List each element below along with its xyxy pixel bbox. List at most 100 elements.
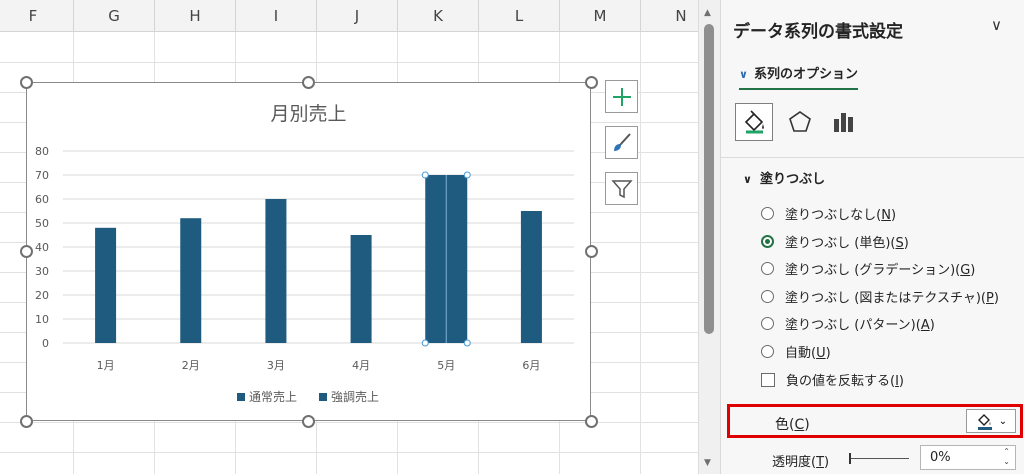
scrollbar-thumb[interactable] bbox=[704, 24, 714, 334]
fill-option-label: 塗りつぶしなし(N) bbox=[785, 208, 897, 223]
paint-bucket-icon bbox=[744, 110, 764, 134]
legend-swatch bbox=[237, 393, 245, 401]
resize-handle-right[interactable] bbox=[585, 245, 598, 258]
fill-option-g[interactable]: 塗りつぶし (グラデーション)(G) bbox=[761, 259, 975, 278]
funnel-icon bbox=[610, 179, 633, 198]
fill-option-p[interactable]: 塗りつぶし (図またはテクスチャ)(P) bbox=[761, 287, 999, 306]
bar[interactable] bbox=[180, 218, 202, 343]
fill-option-label: 塗りつぶし (グラデーション)(G) bbox=[785, 263, 976, 278]
gridline-horizontal bbox=[0, 452, 698, 453]
resize-handle-top-right[interactable] bbox=[585, 76, 598, 89]
column-header-H[interactable]: H bbox=[155, 0, 236, 32]
y-tick-label: 70 bbox=[35, 169, 49, 182]
fill-option-label: 自動(U) bbox=[785, 345, 831, 361]
chart-area[interactable]: 月別売上 0 10 20 30 40 50 60 70 80 1月 2月 3月 4月 5月 6月 通常売上 強調… bbox=[26, 82, 591, 421]
bar-selection-handle bbox=[421, 339, 429, 347]
radio-button[interactable] bbox=[761, 344, 774, 358]
paint-bucket-icon bbox=[977, 414, 992, 430]
column-header-N[interactable]: N bbox=[641, 0, 698, 32]
chart-plot[interactable]: 0 10 20 30 40 50 60 70 80 1月 2月 3月 4月 5月 6月通常売上 強調売上 bbox=[27, 83, 592, 422]
chart-styles-button[interactable] bbox=[605, 126, 638, 159]
resize-handle-bottom-left[interactable] bbox=[20, 415, 33, 428]
resize-handle-top-left[interactable] bbox=[20, 76, 33, 89]
radio-button[interactable] bbox=[761, 317, 774, 330]
x-tick-label: 4月 bbox=[352, 359, 370, 372]
invert-checkbox[interactable] bbox=[761, 372, 775, 387]
column-header-K[interactable]: K bbox=[398, 0, 479, 32]
fill-option-n[interactable]: 塗りつぶしなし(N) bbox=[761, 204, 896, 223]
fill-option-u[interactable]: 自動(U) bbox=[761, 342, 831, 361]
plus-icon bbox=[612, 87, 631, 106]
pentagon-icon bbox=[789, 111, 811, 132]
bar[interactable] bbox=[350, 235, 372, 343]
x-tick-label: 3月 bbox=[267, 359, 285, 372]
x-tick-label: 2月 bbox=[182, 359, 200, 372]
paintbrush-icon bbox=[613, 132, 631, 151]
legend-label: 通常売上 bbox=[249, 389, 297, 404]
radio-button[interactable] bbox=[761, 207, 774, 220]
column-header-J[interactable]: J bbox=[317, 0, 398, 32]
bar-chart-icon bbox=[834, 113, 853, 132]
bar-selection-handle bbox=[463, 339, 471, 347]
resize-handle-bottom-right[interactable] bbox=[585, 415, 598, 428]
chart-elements-button[interactable] bbox=[605, 80, 638, 113]
fill-option-label: 塗りつぶし (図またはテクスチャ)(P) bbox=[785, 290, 999, 306]
scroll-up-arrow[interactable]: ▲ bbox=[704, 8, 711, 18]
series-options-bar-tab[interactable] bbox=[825, 103, 863, 141]
radio-button[interactable] bbox=[761, 262, 774, 275]
radio-button[interactable] bbox=[761, 289, 774, 303]
y-tick-label: 60 bbox=[35, 193, 49, 206]
effects-tab[interactable] bbox=[781, 103, 819, 141]
gridline-vertical bbox=[640, 32, 641, 474]
column-header-M[interactable]: M bbox=[560, 0, 641, 32]
column-header-F[interactable]: F bbox=[0, 0, 74, 32]
transparency-input[interactable]: 0% ⌃ ⌄ bbox=[920, 445, 1016, 470]
chevron-down-icon: ⌄ bbox=[998, 415, 1008, 427]
x-tick-label: 5月 bbox=[437, 359, 455, 372]
chevron-down-icon: ∨ bbox=[739, 68, 748, 81]
radio-button[interactable] bbox=[761, 234, 774, 248]
y-tick-label: 10 bbox=[35, 313, 49, 326]
fill-section-header[interactable]: ∨ 塗りつぶし bbox=[743, 168, 825, 187]
column-header-L[interactable]: L bbox=[479, 0, 560, 32]
spin-buttons[interactable]: ⌃ ⌄ bbox=[1003, 447, 1010, 467]
bar[interactable] bbox=[95, 227, 117, 343]
fill-color-picker-button[interactable]: ⌄ bbox=[966, 409, 1016, 433]
chart-filters-button[interactable] bbox=[605, 172, 638, 205]
resize-handle-bottom[interactable] bbox=[302, 415, 315, 428]
y-tick-label: 20 bbox=[35, 289, 49, 302]
resize-handle-top[interactable] bbox=[302, 76, 315, 89]
column-header-G[interactable]: G bbox=[74, 0, 155, 32]
fill-option-label: 塗りつぶし (パターン)(A) bbox=[785, 318, 935, 333]
legend-label: 強調売上 bbox=[331, 389, 379, 404]
bar[interactable] bbox=[520, 211, 542, 343]
invert-if-negative-option[interactable]: 負の値を反転する(I) bbox=[761, 370, 904, 389]
column-header-I[interactable]: I bbox=[236, 0, 317, 32]
resize-handle-left[interactable] bbox=[20, 245, 33, 258]
transparency-slider[interactable] bbox=[849, 453, 909, 464]
chevron-down-icon: ∨ bbox=[743, 173, 752, 186]
color-label: 色(C) bbox=[775, 417, 810, 433]
fill-option-a[interactable]: 塗りつぶし (パターン)(A) bbox=[761, 314, 935, 333]
pane-options-chevron-icon[interactable]: ∨ bbox=[991, 16, 1002, 34]
bar-selection-handle bbox=[421, 171, 429, 179]
y-tick-label: 0 bbox=[42, 337, 49, 350]
fill-option-s[interactable]: 塗りつぶし (単色)(S) bbox=[761, 232, 909, 251]
scroll-down-arrow[interactable]: ▼ bbox=[704, 458, 711, 468]
transparency-label: 透明度(T) bbox=[772, 455, 830, 470]
pane-divider bbox=[721, 157, 1024, 158]
fill-option-label: 塗りつぶし (単色)(S) bbox=[785, 235, 909, 251]
invert-label: 負の値を反転する(I) bbox=[786, 374, 904, 389]
fill-section-label: 塗りつぶし bbox=[759, 172, 826, 187]
x-tick-label: 6月 bbox=[522, 359, 540, 372]
legend-swatch bbox=[319, 393, 327, 401]
x-tick-label: 1月 bbox=[97, 359, 115, 372]
gridline-horizontal bbox=[0, 62, 698, 63]
fill-color-row: 色(C) ⌄ bbox=[727, 404, 1023, 438]
y-tick-label: 30 bbox=[35, 265, 49, 278]
y-tick-label: 40 bbox=[35, 241, 49, 254]
bar[interactable] bbox=[265, 199, 287, 343]
series-options-tab[interactable]: ∨ 系列のオプション bbox=[739, 63, 858, 90]
vertical-scrollbar[interactable]: ▲ ▼ bbox=[698, 0, 720, 474]
fill-line-tab[interactable] bbox=[735, 103, 773, 141]
